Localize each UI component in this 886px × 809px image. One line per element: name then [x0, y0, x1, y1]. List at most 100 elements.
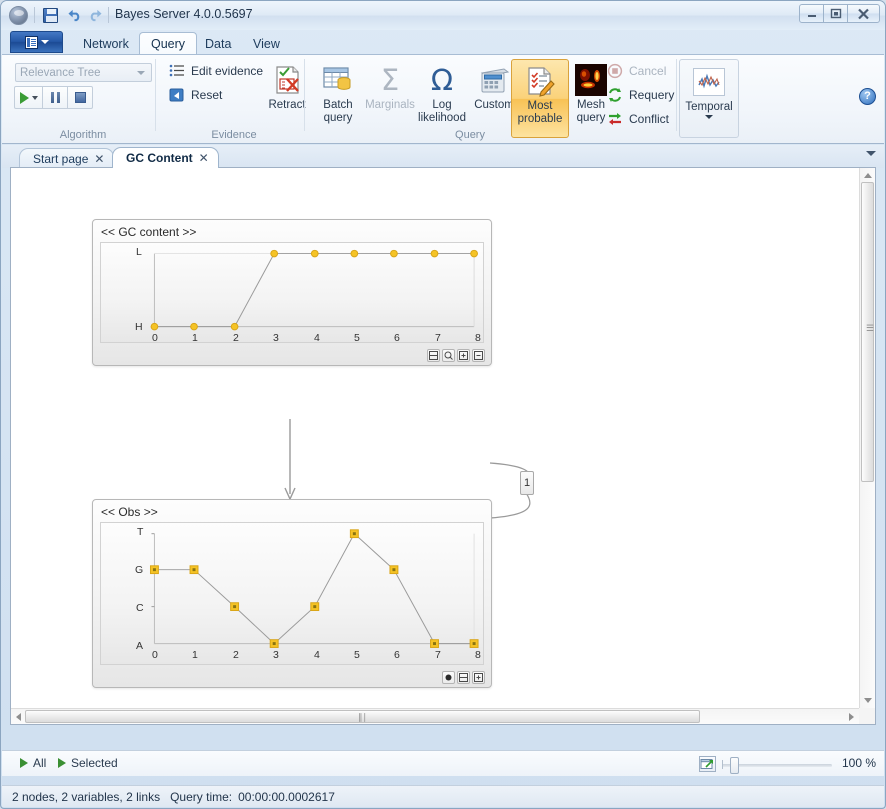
- node-gc-content[interactable]: << GC content >> L H 0 1 2 3 4 5 6 7 8: [92, 219, 492, 366]
- retract-label: Retract: [268, 99, 306, 111]
- conflict-button[interactable]: Conflict: [607, 111, 669, 127]
- ribbon-group-temporal: Temporal: [678, 55, 740, 143]
- run-selected-button[interactable]: Selected: [58, 756, 118, 770]
- ribbon-tab-view[interactable]: View: [242, 33, 291, 54]
- ribbon: Relevance Tree Algorithm Edit evidence R…: [2, 54, 884, 144]
- node-plot-obs[interactable]: T G C A 0 1 2 3 4 5 6 7 8: [100, 522, 484, 665]
- close-icon[interactable]: ✕: [199, 151, 209, 165]
- group-label-query: Query: [455, 129, 485, 141]
- y-tick-label: A: [136, 640, 144, 652]
- x-tick-label: 0: [152, 649, 158, 661]
- network-canvas[interactable]: 1 << GC content >> L H 0 1 2 3 4 5 6 7 8…: [11, 168, 859, 708]
- marginals-button[interactable]: Σ Marginals: [363, 59, 417, 112]
- y-tick-label: G: [135, 564, 144, 576]
- reset-button[interactable]: Reset: [169, 87, 222, 103]
- run-button[interactable]: [14, 86, 43, 109]
- marginals-label: Marginals: [365, 99, 415, 111]
- divider: [108, 7, 109, 23]
- edit-evidence-button[interactable]: Edit evidence: [169, 63, 263, 79]
- undo-button[interactable]: [65, 6, 84, 25]
- canvas-vertical-scrollbar[interactable]: ☰: [859, 168, 875, 708]
- x-tick-label: 4: [314, 649, 320, 661]
- requery-icon: [607, 87, 623, 103]
- divider: [34, 7, 35, 23]
- ribbon-tab-data[interactable]: Data: [194, 33, 242, 54]
- self-link-lower: [489, 492, 531, 519]
- vertical-scroll-thumb[interactable]: ☰: [861, 182, 874, 482]
- plus-icon[interactable]: [472, 671, 485, 684]
- save-icon: [43, 8, 58, 23]
- dot-icon[interactable]: [442, 671, 455, 684]
- status-bar: 2 nodes, 2 variables, 2 links Query time…: [2, 785, 884, 807]
- bottom-toolbar: All Selected 100 %: [2, 750, 884, 776]
- conflict-label: Conflict: [629, 112, 670, 126]
- close-icon[interactable]: ✕: [94, 152, 104, 166]
- scroll-down-icon[interactable]: [864, 698, 872, 703]
- minus-icon[interactable]: [472, 349, 485, 362]
- document-tab-overflow-button[interactable]: [866, 151, 876, 156]
- conflict-icon: [607, 111, 623, 127]
- algorithm-select[interactable]: Relevance Tree: [15, 63, 152, 82]
- chevron-down-icon: [137, 71, 145, 75]
- ribbon-tab-query[interactable]: Query: [139, 32, 198, 55]
- y-tick-label: H: [135, 321, 143, 333]
- scroll-up-icon[interactable]: [864, 173, 872, 178]
- close-button[interactable]: [847, 4, 880, 23]
- temporal-icon: [693, 68, 725, 96]
- chevron-down-icon: [40, 40, 49, 44]
- table-view-icon[interactable]: [457, 671, 470, 684]
- x-tick-label: 8: [475, 332, 481, 344]
- canvas-horizontal-scrollbar[interactable]: ∥∣: [11, 708, 859, 724]
- document-tab-start-page[interactable]: Start page ✕: [19, 148, 115, 168]
- save-button[interactable]: [42, 6, 61, 25]
- chevron-down-icon[interactable]: [705, 115, 713, 119]
- zoom-icon[interactable]: [442, 349, 455, 362]
- scroll-left-icon[interactable]: [16, 713, 21, 721]
- x-tick-label: 7: [435, 649, 441, 661]
- undo-icon: [68, 9, 80, 22]
- x-tick-label: 3: [273, 649, 279, 661]
- x-tick-label: 4: [314, 332, 320, 344]
- cancel-icon: [607, 63, 623, 79]
- fit-to-window-button[interactable]: [699, 756, 716, 772]
- app-orb-icon[interactable]: [9, 6, 28, 25]
- divider: [155, 59, 156, 131]
- temporal-button[interactable]: Temporal: [679, 59, 739, 138]
- batch-query-button[interactable]: Batch query: [311, 59, 365, 125]
- help-button[interactable]: ?: [859, 88, 876, 105]
- redo-icon: [90, 9, 102, 22]
- retract-icon: [271, 63, 303, 97]
- zoom-slider[interactable]: [722, 757, 832, 774]
- batch-query-icon: [322, 63, 354, 97]
- scroll-right-icon[interactable]: [849, 713, 854, 721]
- self-link-order-badge[interactable]: 1: [520, 471, 534, 495]
- node-plot-gc-content[interactable]: L H 0 1 2 3 4 5 6 7 8: [100, 242, 484, 344]
- group-label-evidence: Evidence: [211, 129, 257, 141]
- ribbon-tab-network[interactable]: Network: [72, 33, 140, 54]
- most-probable-button[interactable]: Most probable: [511, 59, 569, 138]
- document-tab-gc-content[interactable]: GC Content ✕: [112, 147, 219, 168]
- maximize-button[interactable]: [823, 4, 848, 23]
- pause-button[interactable]: [42, 86, 68, 109]
- table-view-icon[interactable]: [427, 349, 440, 362]
- calculator-icon: [478, 63, 510, 97]
- log-likelihood-button[interactable]: Ω Log likelihood: [415, 59, 469, 125]
- application-menu-button[interactable]: [10, 31, 63, 53]
- zoom-slider-thumb[interactable]: [730, 757, 739, 774]
- x-tick-label: 3: [273, 332, 279, 344]
- y-tick-label: L: [136, 246, 142, 258]
- stop-icon: [74, 92, 86, 103]
- requery-button[interactable]: Requery: [607, 87, 674, 103]
- scrollbar-corner: [859, 708, 875, 724]
- plus-icon[interactable]: [457, 349, 470, 362]
- run-all-button[interactable]: All: [20, 756, 46, 770]
- redo-button[interactable]: [86, 6, 105, 25]
- minimize-button[interactable]: [799, 4, 824, 23]
- x-tick-label: 1: [192, 649, 198, 661]
- stop-button[interactable]: [67, 86, 93, 109]
- node-obs[interactable]: << Obs >> T G C A 0 1 2 3 4 5 6 7 8: [92, 499, 492, 688]
- horizontal-scroll-thumb[interactable]: ∥∣: [25, 710, 700, 723]
- pause-icon: [50, 92, 60, 103]
- node-title: << Obs >>: [101, 505, 158, 519]
- cancel-button[interactable]: Cancel: [607, 63, 666, 79]
